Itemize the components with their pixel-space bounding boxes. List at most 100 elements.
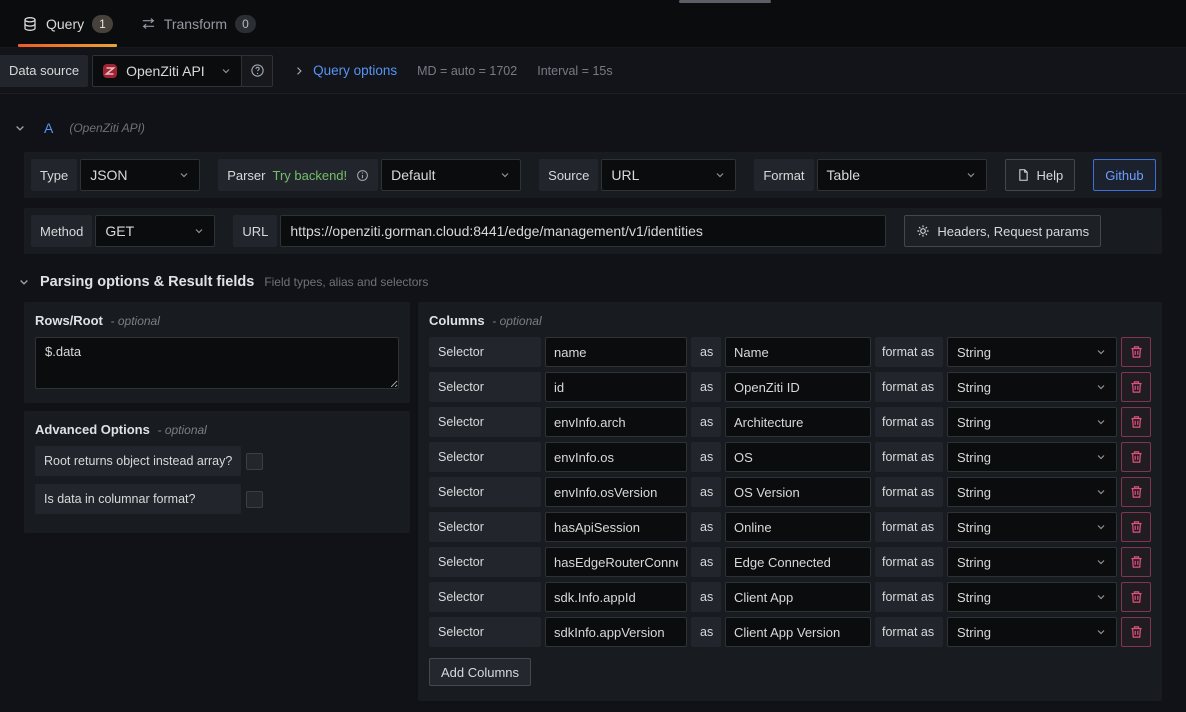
tab-query[interactable]: Query 1 (12, 0, 123, 47)
parser-select[interactable]: Default (381, 159, 521, 191)
chevron-down-icon (178, 169, 190, 181)
parser-backend-hint[interactable]: Try backend! (272, 168, 347, 183)
delete-column-button[interactable] (1121, 582, 1151, 612)
column-format-value: String (957, 345, 991, 360)
rows-root-panel: Rows/Root - optional $.data (24, 302, 410, 403)
method-label: Method (31, 215, 92, 247)
rows-root-input[interactable]: $.data (35, 337, 399, 389)
delete-column-button[interactable] (1121, 372, 1151, 402)
column-alias-input[interactable] (725, 477, 871, 507)
column-format-select[interactable]: String (947, 407, 1117, 437)
delete-column-button[interactable] (1121, 547, 1151, 577)
column-format-select[interactable]: String (947, 617, 1117, 647)
column-alias-input[interactable] (725, 547, 871, 577)
headers-params-button[interactable]: Headers, Request params (904, 215, 1101, 247)
column-selector-input[interactable] (545, 617, 687, 647)
url-label: URL (233, 215, 277, 247)
trash-icon (1130, 415, 1143, 429)
source-select[interactable]: URL (601, 159, 736, 191)
column-selector-input[interactable] (545, 477, 687, 507)
column-alias-input[interactable] (725, 512, 871, 542)
delete-column-button[interactable] (1121, 477, 1151, 507)
column-format-select[interactable]: String (947, 337, 1117, 367)
advanced-option-label: Is data in columnar format? (35, 484, 241, 514)
chevron-down-icon (220, 65, 232, 77)
query-options-toggle[interactable]: Query options (293, 63, 397, 78)
type-select[interactable]: JSON (80, 159, 200, 191)
delete-column-button[interactable] (1121, 617, 1151, 647)
trash-icon (1130, 485, 1143, 499)
column-alias-input[interactable] (725, 442, 871, 472)
column-format-select[interactable]: String (947, 442, 1117, 472)
column-format-select[interactable]: String (947, 477, 1117, 507)
type-label: Type (31, 159, 77, 191)
column-alias-input[interactable] (725, 407, 871, 437)
as-label: as (691, 547, 721, 577)
advanced-options-title: Advanced Options - optional (35, 422, 399, 437)
format-as-label: format as (875, 512, 943, 542)
method-select[interactable]: GET (95, 215, 215, 247)
gear-icon (916, 224, 930, 238)
column-alias-input[interactable] (725, 582, 871, 612)
column-selector-input[interactable] (545, 582, 687, 612)
advanced-option-checkbox[interactable] (246, 453, 263, 470)
delete-column-button[interactable] (1121, 442, 1151, 472)
source-field: Source URL (539, 159, 736, 191)
column-row: Selector as format as String (429, 547, 1151, 577)
query-ref-id[interactable]: A (44, 120, 53, 136)
selector-label: Selector (429, 547, 541, 577)
url-input[interactable] (280, 215, 886, 247)
help-button[interactable]: Help (1005, 159, 1076, 191)
column-selector-input[interactable] (545, 512, 687, 542)
chevron-down-icon (1095, 451, 1107, 463)
openziti-logo-icon (102, 63, 118, 79)
column-selector-input[interactable] (545, 337, 687, 367)
query-options-row: Type JSON Parser Try backend! Default So… (24, 152, 1162, 198)
datasource-picker[interactable]: OpenZiti API (92, 55, 242, 87)
format-as-label: format as (875, 337, 943, 367)
advanced-option-checkbox[interactable] (246, 491, 263, 508)
column-selector-input[interactable] (545, 372, 687, 402)
advanced-option-row: Is data in columnar format? (35, 484, 399, 514)
columns-optional-text: - optional (492, 314, 541, 328)
rows-root-title-text: Rows/Root (35, 313, 103, 328)
add-columns-button[interactable]: Add Columns (429, 658, 531, 686)
query-datasource-hint: (OpenZiti API) (69, 121, 145, 135)
source-label: Source (539, 159, 598, 191)
question-circle-icon (250, 63, 265, 78)
delete-column-button[interactable] (1121, 337, 1151, 367)
column-alias-input[interactable] (725, 617, 871, 647)
column-format-value: String (957, 485, 991, 500)
selector-label: Selector (429, 617, 541, 647)
delete-column-button[interactable] (1121, 407, 1151, 437)
parser-field: Parser Try backend! Default (218, 159, 521, 191)
column-alias-input[interactable] (725, 337, 871, 367)
datasource-help-button[interactable] (241, 55, 273, 87)
tab-transform[interactable]: Transform 0 (131, 0, 266, 47)
column-selector-input[interactable] (545, 442, 687, 472)
column-selector-input[interactable] (545, 547, 687, 577)
format-as-label: format as (875, 547, 943, 577)
trash-icon (1130, 520, 1143, 534)
query-collapse-toggle[interactable] (10, 118, 30, 138)
parsing-collapse-toggle[interactable] (18, 276, 30, 288)
column-selector-input[interactable] (545, 407, 687, 437)
column-row: Selector as format as String (429, 407, 1151, 437)
chevron-down-icon (1095, 346, 1107, 358)
column-format-select[interactable]: String (947, 512, 1117, 542)
as-label: as (691, 477, 721, 507)
column-alias-input[interactable] (725, 372, 871, 402)
info-circle-icon (356, 169, 369, 182)
github-button[interactable]: Github (1093, 159, 1155, 191)
format-select[interactable]: Table (817, 159, 987, 191)
advanced-option-label: Root returns object instead array? (35, 446, 241, 476)
format-as-label: format as (875, 582, 943, 612)
column-format-select[interactable]: String (947, 582, 1117, 612)
column-format-select[interactable]: String (947, 547, 1117, 577)
datasource-bar: Data source OpenZiti API Query options M… (0, 48, 1186, 94)
format-as-label: format as (875, 372, 943, 402)
column-format-select[interactable]: String (947, 372, 1117, 402)
delete-column-button[interactable] (1121, 512, 1151, 542)
columns-title: Columns - optional (429, 313, 1151, 328)
parsing-section-title: Parsing options & Result fields (40, 274, 254, 290)
